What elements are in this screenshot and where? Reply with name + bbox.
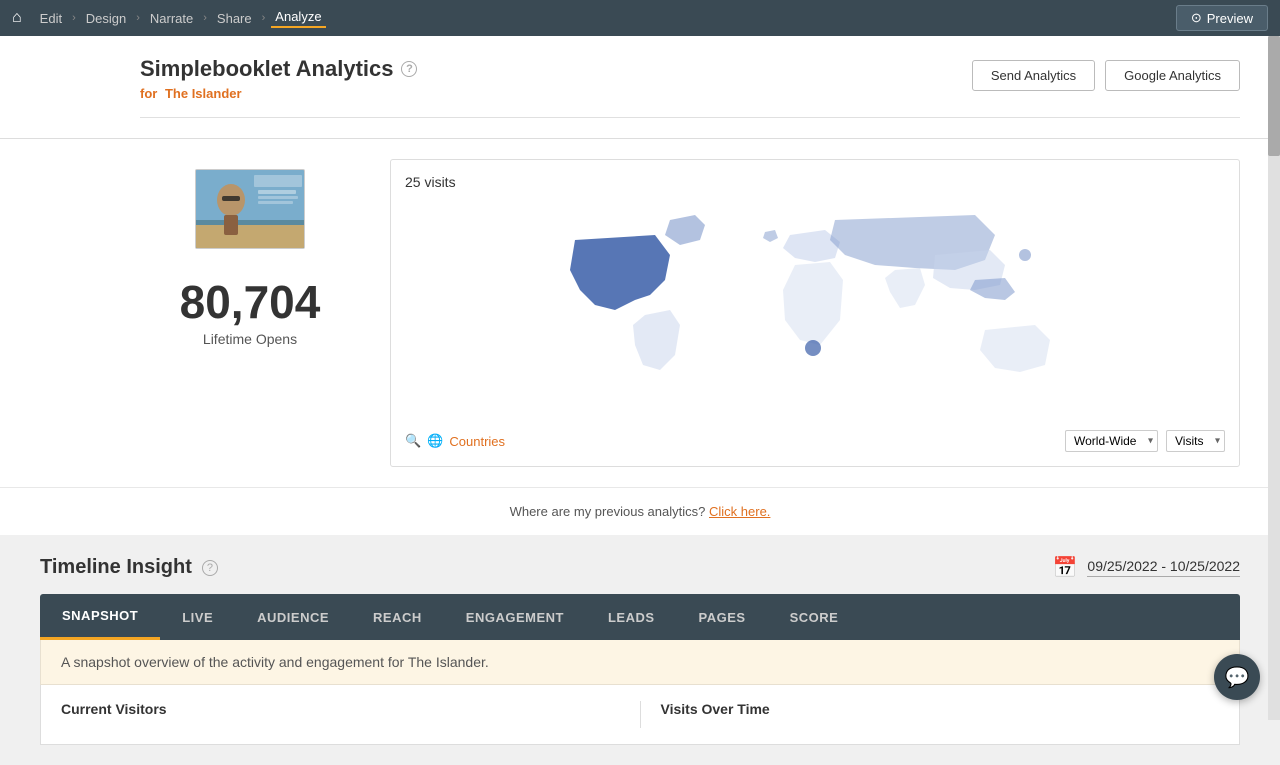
map-visits-header: 25 visits [405,174,1225,190]
prev-analytics-link[interactable]: Click here. [709,504,770,519]
nav-sep-4: › [262,12,266,24]
cards-divider [640,701,641,728]
analytics-help-icon[interactable]: ? [401,61,417,77]
nav-narrate[interactable]: Narrate [146,11,197,26]
chat-bubble[interactable]: 💬 [1214,654,1260,700]
nav-sep-2: › [136,12,140,24]
send-analytics-button[interactable]: Send Analytics [972,60,1095,91]
tab-live[interactable]: LIVE [160,596,235,639]
nav-sep-1: › [72,12,76,24]
timeline-header: Timeline Insight ? 📅 09/25/2022 - 10/25/… [40,555,1240,580]
map-zoom-icon[interactable]: 🔍 [405,433,421,449]
left-panel: 80,704 Lifetime Opens [140,159,360,347]
preview-button[interactable]: ⊙ Preview [1176,5,1268,31]
lifetime-number: 80,704 [180,279,321,325]
analytics-title-block: Simplebooklet Analytics ? for The Island… [140,56,417,101]
map-metric-select-wrapper[interactable]: Visits [1166,430,1225,452]
scrollbar-thumb[interactable] [1268,36,1280,156]
home-icon[interactable]: ⌂ [12,9,22,27]
current-visitors-title: Current Visitors [61,701,620,717]
map-footer: 🔍 🌐 Countries World-Wide Visits [405,430,1225,452]
map-footer-right: World-Wide Visits [1065,430,1225,452]
bottom-cards: Current Visitors Visits Over Time [40,685,1240,745]
tabs: SNAPSHOT LIVE AUDIENCE REACH ENGAGEMENT … [40,594,1240,640]
timeline-date-picker[interactable]: 📅 09/25/2022 - 10/25/2022 [1053,555,1240,580]
booklet-thumbnail[interactable] [195,169,305,249]
header-divider [140,117,1240,118]
nav-edit[interactable]: Edit [36,11,66,26]
prev-analytics-text: Where are my previous analytics? [510,504,706,519]
map-region-select[interactable]: World-Wide [1065,430,1158,452]
nav-share[interactable]: Share [213,11,256,26]
calendar-icon[interactable]: 📅 [1053,555,1078,580]
tabs-container: SNAPSHOT LIVE AUDIENCE REACH ENGAGEMENT … [40,594,1240,640]
scrollbar[interactable] [1268,36,1280,720]
analytics-header-section: Simplebooklet Analytics ? for The Island… [0,36,1280,139]
tab-snapshot[interactable]: SNAPSHOT [40,594,160,640]
lifetime-label: Lifetime Opens [203,331,297,347]
map-region-select-wrapper[interactable]: World-Wide [1065,430,1158,452]
analytics-title-text: Simplebooklet Analytics [140,56,393,82]
map-footer-left: 🔍 🌐 Countries [405,433,505,449]
tab-pages[interactable]: PAGES [677,596,768,639]
analytics-buttons: Send Analytics Google Analytics [972,60,1240,91]
tab-engagement[interactable]: ENGAGEMENT [444,596,586,639]
google-analytics-button[interactable]: Google Analytics [1105,60,1240,91]
map-container: 25 visits [390,159,1240,467]
top-navigation: ⌂ Edit › Design › Narrate › Share › Anal… [0,0,1280,36]
date-range[interactable]: 09/25/2022 - 10/25/2022 [1087,558,1240,577]
tab-leads[interactable]: LEADS [586,596,677,639]
nav-sep-3: › [203,12,207,24]
map-countries-label[interactable]: Countries [449,434,505,449]
chat-icon: 💬 [1225,665,1250,690]
visits-over-time-title: Visits Over Time [661,701,1220,717]
tab-audience[interactable]: AUDIENCE [235,596,351,639]
timeline-help-icon[interactable]: ? [202,560,218,576]
current-visitors-section: Current Visitors [61,701,620,728]
nav-analyze[interactable]: Analyze [271,9,325,28]
map-metric-select[interactable]: Visits [1166,430,1225,452]
analytics-subtitle: for The Islander [140,86,417,101]
visits-over-time-section: Visits Over Time [661,701,1220,728]
prev-analytics-section: Where are my previous analytics? Click h… [0,487,1280,535]
nav-design[interactable]: Design [82,11,130,26]
timeline-title: Timeline Insight [40,556,192,579]
map-globe-icon: 🌐 [427,433,443,449]
snapshot-desc: A snapshot overview of the activity and … [40,640,1240,685]
map-visual[interactable] [405,200,1225,420]
content-section: 80,704 Lifetime Opens 25 visits [0,139,1280,487]
preview-play-icon: ⊙ [1191,10,1202,26]
tab-reach[interactable]: REACH [351,596,444,639]
gray-section: Timeline Insight ? 📅 09/25/2022 - 10/25/… [0,535,1280,765]
tab-score[interactable]: SCORE [768,596,861,639]
